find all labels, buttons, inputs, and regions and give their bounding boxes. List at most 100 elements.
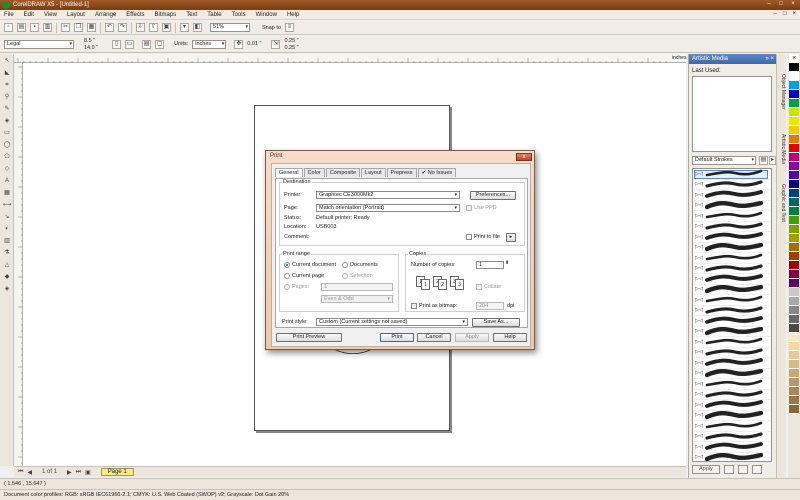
save-stroke-icon[interactable] [738, 465, 748, 474]
stroke-preset[interactable]: ▷◁ [693, 400, 771, 411]
menu-bitmaps[interactable]: Bitmaps [155, 12, 177, 18]
stroke-category-combo[interactable]: Default Strokes [692, 156, 756, 165]
stroke-preset[interactable]: ▷◁ [693, 348, 771, 358]
save-as-button[interactable]: Save As... [472, 318, 520, 327]
menu-layout[interactable]: Layout [67, 12, 85, 18]
documents-radio[interactable] [342, 262, 348, 268]
publish-pdf-icon[interactable]: ▣ [162, 23, 171, 32]
color-swatch[interactable] [789, 405, 799, 414]
zoom-combo[interactable]: 51% [210, 23, 250, 32]
color-swatch[interactable] [789, 306, 799, 315]
add-page-icon[interactable]: ▣ [85, 469, 91, 476]
vertical-ruler[interactable] [14, 63, 23, 466]
printer-combo[interactable]: Graphtec CE3000Mk2 [316, 191, 460, 199]
print-button[interactable]: Print [380, 333, 414, 342]
stroke-preset[interactable]: ▷◁ [693, 242, 771, 253]
horizontal-ruler[interactable] [14, 54, 686, 63]
menu-arrange[interactable]: Arrange [95, 12, 116, 18]
menu-table[interactable]: Table [207, 12, 221, 18]
stroke-preset[interactable]: ▷◁ [693, 211, 771, 222]
stroke-preset[interactable]: ▷◁ [693, 200, 771, 211]
copy-icon[interactable]: ❐ [74, 23, 83, 32]
snap-to-menu[interactable]: Snap to [262, 25, 281, 31]
color-swatch[interactable] [789, 252, 799, 261]
dimension-tool-icon[interactable]: ⟷ [2, 201, 12, 210]
color-swatch[interactable] [789, 216, 799, 225]
application-launcher-icon[interactable]: ▾ [180, 23, 189, 32]
last-used-list[interactable] [692, 76, 772, 152]
text-tool-icon[interactable]: A [2, 177, 12, 186]
stroke-preset[interactable]: ▷◁ [693, 306, 771, 316]
doc-restore-button[interactable]: □ [783, 11, 787, 17]
tab-prepress[interactable]: Prepress [386, 168, 417, 177]
color-swatch[interactable] [789, 63, 799, 72]
stroke-preset[interactable]: ▷◁ [693, 232, 771, 243]
save-icon[interactable]: ▪ [30, 23, 39, 32]
color-swatch[interactable] [789, 378, 799, 387]
ellipse-tool-icon[interactable]: ◯ [2, 141, 12, 150]
color-swatch[interactable] [789, 351, 799, 360]
page-orientation-combo[interactable]: Match orientation (Portrait) [316, 204, 460, 212]
docker-close-icon[interactable]: » × [765, 54, 774, 64]
print-as-bitmap-checkbox[interactable] [411, 303, 417, 309]
color-swatch[interactable] [789, 261, 799, 270]
portrait-icon[interactable]: ▯ [112, 39, 122, 49]
print-to-file-checkbox[interactable] [466, 234, 472, 240]
export-icon[interactable]: ⇧ [149, 23, 158, 32]
next-category-icon[interactable]: ▸ [769, 156, 776, 165]
paste-icon[interactable]: ▦ [87, 23, 96, 32]
browse-folder-icon[interactable]: ▤ [759, 156, 768, 165]
stroke-preset[interactable]: ▷◁ [693, 452, 771, 462]
page-width-field[interactable]: 8.5 " [84, 38, 98, 44]
color-swatch[interactable] [789, 90, 799, 99]
stroke-preset[interactable]: ▷◁ [693, 442, 771, 453]
color-swatch[interactable] [789, 81, 799, 90]
stroke-preset[interactable]: ▷◁ [693, 421, 771, 432]
color-swatch[interactable] [789, 180, 799, 189]
menu-edit[interactable]: Edit [24, 12, 34, 18]
current-page-icon[interactable]: ▢ [155, 39, 165, 49]
color-swatch[interactable] [789, 108, 799, 117]
freehand-tool-icon[interactable]: ✎ [2, 105, 12, 114]
doc-close-button[interactable]: × [792, 11, 796, 17]
color-swatch[interactable] [789, 270, 799, 279]
stroke-preset[interactable]: ▷◁ [693, 337, 771, 348]
stroke-preset[interactable]: ▷◁ [693, 390, 771, 400]
help-button[interactable]: Help [493, 333, 527, 342]
color-swatch[interactable] [789, 279, 799, 288]
color-swatch[interactable] [789, 135, 799, 144]
stroke-preset[interactable]: ▷◁ [693, 358, 771, 369]
no-color-swatch[interactable]: × [789, 54, 799, 63]
color-swatch[interactable] [789, 396, 799, 405]
color-swatch[interactable] [789, 324, 799, 333]
minimize-button[interactable]: – [764, 1, 774, 8]
print-icon[interactable]: ▥ [43, 23, 52, 32]
new-document-icon[interactable]: ▫ [4, 23, 13, 32]
stroke-preset[interactable]: ▷◁ [693, 432, 771, 442]
crop-tool-icon[interactable]: ⌗ [2, 81, 12, 90]
lock-icon[interactable] [724, 465, 734, 474]
page-tab[interactable]: Page 1 [100, 468, 134, 476]
close-window-button[interactable]: × [788, 1, 798, 8]
stroke-preset[interactable]: ▷◁ [693, 190, 771, 201]
color-swatch[interactable] [789, 369, 799, 378]
tab-layout[interactable]: Layout [361, 168, 386, 177]
all-pages-icon[interactable]: ▤ [142, 39, 152, 49]
open-folder-icon[interactable]: ▤ [17, 23, 26, 32]
tab-color[interactable]: Color [303, 168, 325, 177]
units-combo[interactable]: inches [192, 39, 227, 49]
color-swatch[interactable] [789, 342, 799, 351]
shape-tool-icon[interactable]: ◣ [2, 69, 12, 78]
redo-icon[interactable]: ↷ [118, 23, 127, 32]
welcome-screen-icon[interactable]: ◧ [193, 23, 202, 32]
color-swatch[interactable] [789, 360, 799, 369]
cancel-button[interactable]: Cancel [417, 333, 451, 342]
interactive-fill-tool-icon[interactable]: ◈ [2, 285, 12, 294]
color-swatch[interactable] [789, 297, 799, 306]
menu-help[interactable]: Help [287, 12, 299, 18]
print-style-combo[interactable]: Custom (Current settings not saved) [316, 318, 468, 326]
color-swatch[interactable] [789, 315, 799, 324]
next-page-icon[interactable]: ▶ [67, 469, 72, 476]
print-to-file-options-icon[interactable]: ▸ [506, 233, 516, 242]
apply-stroke-button[interactable]: Apply [692, 465, 720, 474]
